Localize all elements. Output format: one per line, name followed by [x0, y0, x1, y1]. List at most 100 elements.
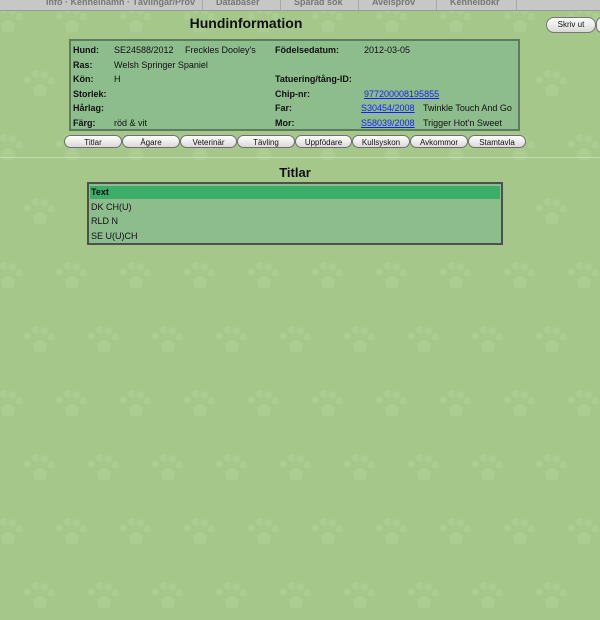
harlag-label: Hårlag:: [73, 103, 105, 113]
tab-avkommor[interactable]: Avkommor: [410, 135, 468, 148]
far-label: Far:: [275, 103, 293, 113]
hund-label: Hund:: [73, 45, 99, 55]
paw-print-icon: [438, 390, 472, 422]
paw-print-icon: [534, 70, 568, 102]
dog-name: Freckles Dooley's: [185, 45, 256, 55]
paw-print-icon: [0, 518, 24, 550]
section-title: Titlar: [279, 165, 311, 180]
paw-print-icon: [246, 518, 280, 550]
paw-print-icon: [566, 262, 600, 294]
tab-kullsyskon[interactable]: Kullsyskon: [352, 135, 410, 148]
paw-print-icon: [406, 326, 440, 358]
fodelse-label: Födelsedatum:: [275, 45, 340, 55]
titles-table: Text DK CH(U) RLD N SE U(U)CH: [87, 182, 503, 245]
page-title: Hundinformation: [189, 15, 303, 31]
breed-value: Welsh Springer Spaniel: [114, 60, 208, 70]
paw-print-icon: [502, 262, 536, 294]
chip-label: Chip-nr:: [275, 89, 310, 99]
paw-print-icon: [310, 518, 344, 550]
paw-print-icon: [150, 326, 184, 358]
paw-print-icon: [214, 454, 248, 486]
paw-print-icon: [278, 454, 312, 486]
dam-name: Trigger Hot'n Sweet: [423, 118, 502, 128]
paw-print-icon: [342, 454, 376, 486]
paw-print-icon: [438, 518, 472, 550]
paw-print-icon: [22, 70, 56, 102]
nav-tab-avel[interactable]: Avelsprov: [366, 0, 437, 10]
sire-reg-link[interactable]: S30454/2008: [361, 103, 415, 113]
paw-print-icon: [534, 582, 568, 614]
tab-uppfodare[interactable]: Uppfödare: [295, 135, 352, 148]
tab-veterinar[interactable]: Veterinär: [180, 135, 237, 148]
paw-print-icon: [310, 390, 344, 422]
paw-print-icon: [566, 390, 600, 422]
paw-print-icon: [406, 582, 440, 614]
paw-print-icon: [182, 518, 216, 550]
paw-print-icon: [86, 326, 120, 358]
paw-print-icon: [182, 390, 216, 422]
paw-print-icon: [246, 262, 280, 294]
paw-print-icon: [502, 518, 536, 550]
paw-print-icon: [566, 518, 600, 550]
sire-name: Twinkle Touch And Go: [423, 103, 512, 113]
sex-value: H: [114, 74, 121, 84]
edge-button[interactable]: [596, 17, 600, 33]
paw-print-icon: [310, 262, 344, 294]
table-row: DK CH(U): [91, 202, 132, 212]
paw-print-icon: [118, 518, 152, 550]
paw-print-icon: [150, 582, 184, 614]
table-header: Text: [90, 186, 500, 199]
table-row: RLD N: [91, 216, 119, 226]
tab-titlar[interactable]: Titlar: [64, 135, 122, 148]
paw-print-icon: [54, 518, 88, 550]
paw-print-icon: [534, 454, 568, 486]
paw-print-icon: [246, 390, 280, 422]
nav-tab-kennel[interactable]: Kennelbokr: [444, 0, 517, 10]
divider: [0, 157, 600, 158]
tatuering-label: Tatuering/tång-ID:: [275, 74, 352, 84]
paw-print-icon: [54, 390, 88, 422]
paw-print-icon: [470, 454, 504, 486]
paw-print-icon: [22, 582, 56, 614]
paw-print-icon: [22, 326, 56, 358]
nav-tab-info[interactable]: Info · Kennelnamn · Tävlingar/Prov: [40, 0, 203, 10]
farg-label: Färg:: [73, 118, 96, 128]
paw-print-icon: [278, 326, 312, 358]
paw-print-icon: [22, 198, 56, 230]
paw-print-icon: [470, 326, 504, 358]
top-navigation: Info · Kennelnamn · Tävlingar/Prov Datab…: [0, 0, 600, 11]
dog-info-panel: Hund: SE24588/2012 Freckles Dooley's Ras…: [69, 39, 520, 131]
paw-print-icon: [502, 390, 536, 422]
paw-print-icon: [54, 262, 88, 294]
paw-print-icon: [0, 262, 24, 294]
dam-reg-link[interactable]: S58039/2008: [361, 118, 415, 128]
color-value: röd & vit: [114, 118, 148, 128]
paw-print-icon: [278, 582, 312, 614]
paw-print-icon: [86, 582, 120, 614]
paw-print-icon: [150, 454, 184, 486]
tab-agare[interactable]: Ägare: [122, 135, 180, 148]
paw-print-icon: [342, 582, 376, 614]
reg-number: SE24588/2012: [114, 45, 174, 55]
print-button[interactable]: Skriv ut: [546, 17, 596, 33]
paw-print-icon: [214, 582, 248, 614]
paw-print-icon: [374, 518, 408, 550]
chip-link[interactable]: 977200008195855: [364, 89, 439, 99]
paw-print-icon: [534, 326, 568, 358]
paw-print-icon: [374, 390, 408, 422]
paw-print-icon: [214, 326, 248, 358]
tab-stamtavla[interactable]: Stamtavla: [468, 135, 526, 148]
mor-label: Mor:: [275, 118, 295, 128]
paw-print-icon: [406, 454, 440, 486]
nav-tab-databaser[interactable]: Databaser: [210, 0, 281, 10]
section-tabs: Titlar Ägare Veterinär Tävling Uppfödare…: [0, 135, 600, 149]
paw-print-icon: [22, 454, 56, 486]
paw-print-icon: [470, 582, 504, 614]
paw-print-icon: [86, 454, 120, 486]
paw-print-icon: [342, 326, 376, 358]
nav-tab-sparad[interactable]: Sparad sök: [288, 0, 359, 10]
paw-print-icon: [0, 390, 24, 422]
birth-date: 2012-03-05: [364, 45, 411, 55]
paw-print-icon: [118, 390, 152, 422]
tab-tavling[interactable]: Tävling: [237, 135, 295, 148]
